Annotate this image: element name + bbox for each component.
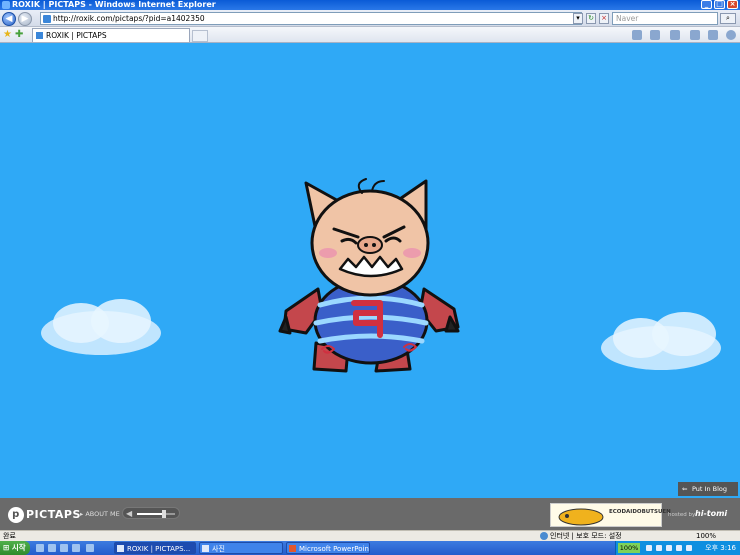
address-toolbar: ◀ ▶ http://roxik.com/pictaps/?pid=a14023… xyxy=(0,10,740,27)
refresh-button[interactable]: ↻ xyxy=(586,13,596,24)
sponsor-text: ECODAIDOBUTSUEN xyxy=(609,509,671,515)
search-icon[interactable]: ⌕ xyxy=(720,13,736,24)
volume-slider[interactable]: ◀ xyxy=(122,507,180,519)
volume-knob[interactable] xyxy=(161,510,166,518)
folder-quicklaunch-icon[interactable] xyxy=(60,544,68,552)
task-roxik-pictaps[interactable]: ROXIK | PICTAPS... xyxy=(114,542,196,554)
battery-percent[interactable]: 100% xyxy=(618,543,640,553)
stop-button[interactable]: × xyxy=(599,13,609,24)
photo-task-icon xyxy=(202,545,209,552)
tray-app-icon[interactable] xyxy=(676,545,682,551)
task-label: ROXIK | PICTAPS... xyxy=(127,545,191,553)
home-icon[interactable] xyxy=(632,30,642,40)
globe-icon xyxy=(540,532,548,540)
feeds-icon[interactable] xyxy=(650,30,660,40)
ie-icon xyxy=(2,1,10,9)
cloud-right xyxy=(601,312,721,370)
system-tray: 100% 오후 3:16 xyxy=(615,541,740,555)
status-bar: 완료 인터넷 | 보호 모드: 설정 100% xyxy=(0,530,740,541)
forward-button[interactable]: ▶ xyxy=(18,12,32,26)
minimize-button[interactable]: _ xyxy=(701,0,712,9)
close-button[interactable]: × xyxy=(727,0,738,9)
start-label: 시작 xyxy=(11,543,26,552)
sponsor-character-icon xyxy=(558,508,604,526)
pig-character-drawing xyxy=(278,178,460,373)
hosted-by-label: hosted by xyxy=(668,512,696,518)
page-icon xyxy=(43,15,51,23)
arrow-icon: ⇐ xyxy=(682,485,688,493)
add-favorites-icon[interactable]: ✚ xyxy=(15,28,23,42)
tab-page-icon xyxy=(36,32,43,39)
tab-roxik-pictaps[interactable]: ROXIK | PICTAPS xyxy=(32,28,190,42)
about-me-label: ABOUT ME xyxy=(85,510,120,518)
pictaps-toolbar: ⇐ Put In Blog p PICTAPS ▸ ABOUT ME ◀ ECOD… xyxy=(0,482,740,530)
address-field[interactable]: http://roxik.com/pictaps/?pid=a1402350 xyxy=(40,12,582,25)
pictaps-canvas[interactable] xyxy=(0,43,740,498)
put-in-blog-label: Put In Blog xyxy=(692,485,728,493)
clock[interactable]: 오후 3:16 xyxy=(705,541,736,555)
back-button[interactable]: ◀ xyxy=(2,12,16,26)
show-desktop-icon[interactable] xyxy=(36,544,44,552)
help-icon[interactable] xyxy=(726,30,736,40)
favorites-star-icon[interactable]: ★ xyxy=(3,28,12,42)
search-placeholder: Naver xyxy=(616,14,639,23)
security-zone[interactable]: 인터넷 | 보호 모드: 설정 xyxy=(540,531,622,541)
messenger-quicklaunch-icon[interactable] xyxy=(72,544,80,552)
pictaps-logo[interactable]: p PICTAPS xyxy=(8,507,81,523)
address-url: http://roxik.com/pictaps/?pid=a1402350 xyxy=(53,14,205,23)
task-label: 사진 xyxy=(212,545,225,553)
print-icon[interactable] xyxy=(670,30,680,40)
address-dropdown-button[interactable]: ▾ xyxy=(573,13,583,24)
zone-text: 인터넷 | 보호 모드: 설정 xyxy=(550,532,622,540)
page-menu-icon[interactable] xyxy=(690,30,700,40)
taskbar: ⊞ 시작 ROXIK | PICTAPS... 사진 Microsoft Pow… xyxy=(0,541,740,555)
maximize-button[interactable]: □ xyxy=(714,0,725,9)
put-in-blog-button[interactable]: ⇐ Put In Blog xyxy=(678,482,738,496)
task-powerpoint[interactable]: Microsoft PowerPoint... xyxy=(286,542,370,554)
task-label: Microsoft PowerPoint... xyxy=(299,545,369,553)
network-icon[interactable] xyxy=(646,545,652,551)
window-title-bar: ROXIK | PICTAPS - Windows Internet Explo… xyxy=(0,0,740,10)
speaker-icon: ◀ xyxy=(126,509,133,518)
window-controls: _ □ × xyxy=(701,0,738,9)
cloud-left xyxy=(41,299,161,355)
status-text: 완료 xyxy=(3,532,16,540)
volume-tray-icon[interactable] xyxy=(666,545,672,551)
tools-menu-icon[interactable] xyxy=(708,30,718,40)
app-quicklaunch-icon[interactable] xyxy=(86,544,94,552)
powerpoint-task-icon xyxy=(289,545,296,552)
window-title: ROXIK | PICTAPS - Windows Internet Explo… xyxy=(12,0,216,9)
task-photos[interactable]: 사진 xyxy=(199,542,283,554)
new-tab-button[interactable] xyxy=(192,30,208,42)
ie-task-icon xyxy=(117,545,124,552)
tab-toolbar: ★ ✚ ROXIK | PICTAPS xyxy=(0,27,740,43)
zoom-level[interactable]: 100% xyxy=(696,531,716,541)
pictaps-logo-icon: p xyxy=(8,507,24,523)
volume-fill xyxy=(137,513,164,515)
start-button[interactable]: ⊞ 시작 xyxy=(0,541,30,555)
search-field[interactable]: Naver xyxy=(612,12,718,25)
volume-track xyxy=(137,510,175,518)
about-me-link[interactable]: ▸ ABOUT ME xyxy=(80,510,120,518)
language-icon[interactable] xyxy=(656,545,662,551)
pictaps-logo-text: PICTAPS xyxy=(26,508,81,521)
ie-quicklaunch-icon[interactable] xyxy=(48,544,56,552)
sponsor-banner[interactable]: ECODAIDOBUTSUEN xyxy=(550,503,671,527)
tab-title: ROXIK | PICTAPS xyxy=(46,31,107,40)
tray-app2-icon[interactable] xyxy=(686,545,692,551)
host-logo[interactable]: hi-tomi xyxy=(695,509,727,518)
